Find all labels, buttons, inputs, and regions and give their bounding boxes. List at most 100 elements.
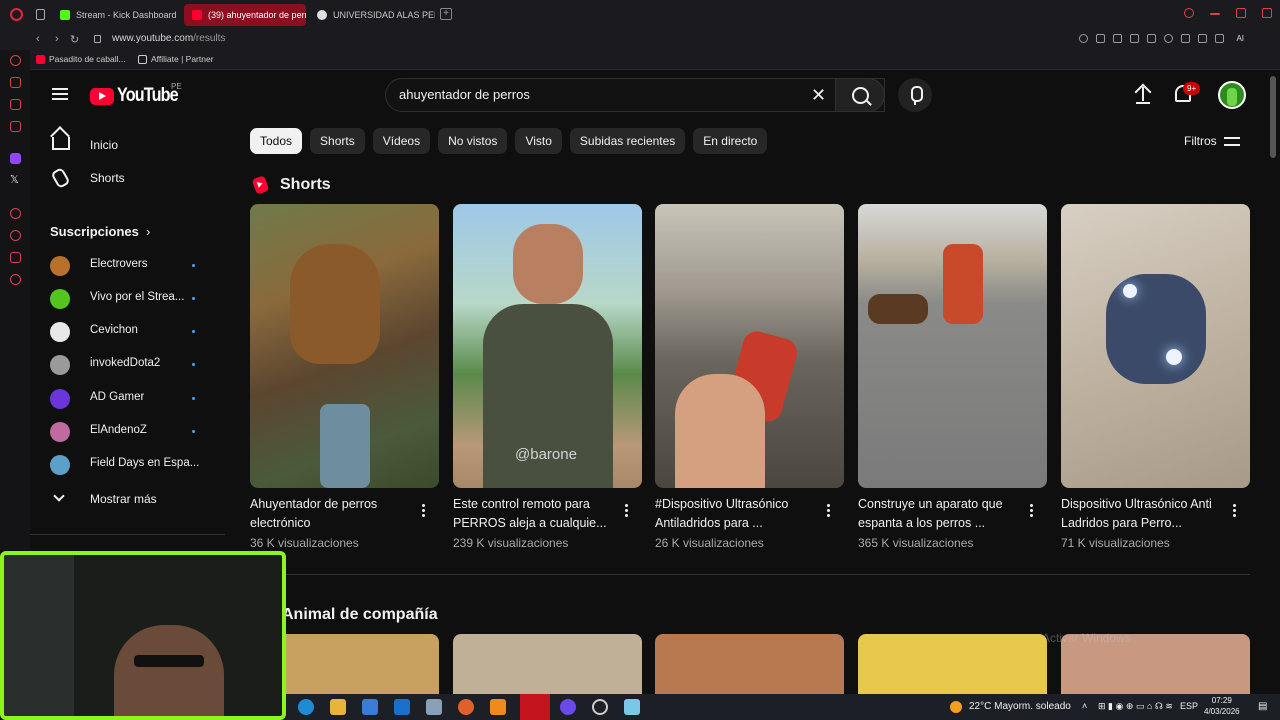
reload-icon[interactable]: ↻ [70,33,79,46]
menu-icon[interactable] [52,88,68,100]
subscription-channel[interactable]: Cevichon [30,315,235,348]
tab-universidad[interactable]: UNIVERSIDAD ALAS PERÚ [309,4,435,26]
subscription-channel[interactable]: ElAndenoZ [30,415,235,448]
weather-text[interactable]: 22°C Mayorm. soleado [969,701,1071,712]
pin-icon[interactable] [1096,34,1105,43]
minimize-button[interactable] [1210,13,1220,15]
chip-no-vistos[interactable]: No vistos [438,128,508,154]
chip-shorts[interactable]: Shorts [310,128,365,154]
chip-en-directo[interactable]: En directo [693,128,768,154]
short-card[interactable]: @barone Este control remoto para PERROS … [453,204,642,554]
zoom-icon[interactable] [1079,34,1088,43]
short-title[interactable]: Dispositivo Ultrasónico Anti Ladridos pa… [1061,495,1226,533]
player-icon[interactable] [1147,34,1156,43]
more-actions-icon[interactable] [1233,504,1236,518]
subscriptions-heading[interactable]: Suscripciones [50,224,139,239]
obs-icon[interactable] [592,699,608,715]
show-more-button[interactable]: Mostrar más [30,482,235,515]
search-tabs-icon[interactable] [1184,8,1194,18]
close-button[interactable] [1262,8,1272,18]
workspaces-icon[interactable] [10,252,21,263]
short-thumbnail[interactable] [1061,204,1250,488]
search-button[interactable] [835,78,885,112]
outlook-icon[interactable] [394,699,410,715]
filters-sliders-icon[interactable] [1224,135,1240,147]
short-card[interactable]: #Dispositivo Ultrasónico Antiladridos pa… [655,204,844,554]
aria-ai-button[interactable]: AI [1236,34,1244,43]
video-thumbnail[interactable] [453,634,642,694]
instagram-icon[interactable] [10,121,21,132]
short-title[interactable]: Este control remoto para PERROS aleja a … [453,495,618,533]
opera-taskbar-icon[interactable] [520,694,550,720]
subscription-channel[interactable]: Field Days en Espa... [30,448,235,481]
chip-todos[interactable]: Todos [250,128,303,154]
filters-button[interactable]: Filtros [1184,134,1217,148]
more-actions-icon[interactable] [625,504,628,518]
bookmark-item[interactable]: Affiliate | Partner [138,54,214,64]
short-thumbnail[interactable] [250,204,439,488]
clear-search-icon[interactable]: ✕ [811,84,826,106]
forward-icon[interactable]: › [55,33,59,45]
tray-icons[interactable]: ⊞ ▮ ◉ ⊕ ▭ ⌂ ☊ ≋ [1098,701,1173,712]
tab-kick-dashboard[interactable]: Stream - Kick Dashboard [52,4,180,26]
sidebar-item-shorts[interactable]: Shorts [30,161,235,194]
short-title[interactable]: Ahuyentador de perros electrónico [250,495,415,533]
more-actions-icon[interactable] [422,504,425,518]
chevron-right-icon[interactable]: › [146,224,150,239]
url-field[interactable]: www.youtube.com/results [112,33,225,44]
chip-subidas-recientes[interactable]: Subidas recientes [569,128,686,154]
app-icon[interactable] [624,699,640,715]
store-icon[interactable] [362,699,378,715]
subscription-channel[interactable]: Electrovers [30,249,235,282]
edge-icon[interactable] [298,699,314,715]
new-tab-button[interactable]: + [440,8,452,20]
subscription-channel[interactable]: Vivo por el Strea... [30,282,235,315]
page-scrollbar[interactable] [1270,76,1276,158]
vpn-icon[interactable] [1130,34,1139,43]
search-input[interactable]: ahuyentador de perros [399,87,530,102]
discord-icon[interactable] [560,699,576,715]
short-card[interactable]: Construye un aparato que espanta a los p… [858,204,1047,554]
vlc-icon[interactable] [490,699,506,715]
short-thumbnail[interactable] [858,204,1047,488]
extensions-icon[interactable] [1181,34,1190,43]
aria-icon[interactable] [10,55,21,66]
history-icon[interactable] [10,230,21,241]
messenger-icon[interactable] [10,99,21,110]
taskbar-clock[interactable]: 07:29 4/03/2026 [1204,695,1240,717]
crypto-wallet-icon[interactable] [10,77,21,88]
subscription-channel[interactable]: AD Gamer [30,382,235,415]
app-icon[interactable] [426,699,442,715]
video-thumbnail[interactable] [858,634,1047,694]
bookmark-item[interactable]: Pasadito de caball... [36,54,126,64]
settings-icon[interactable] [10,274,21,285]
short-title[interactable]: #Dispositivo Ultrasónico Antiladridos pa… [655,495,820,533]
short-card[interactable]: Ahuyentador de perros electrónico 36 K v… [250,204,439,554]
tray-chevron-icon[interactable]: ˄ [1082,701,1087,711]
heart-icon[interactable] [1164,34,1173,43]
more-actions-icon[interactable] [827,504,830,518]
short-thumbnail[interactable] [655,204,844,488]
firefox-icon[interactable] [458,699,474,715]
notification-center-icon[interactable]: ▤ [1258,701,1267,712]
language-indicator[interactable]: ESP [1180,701,1198,711]
subscription-channel[interactable]: invokedDota2 [30,348,235,381]
sidebar-item-home[interactable]: Inicio [30,128,235,161]
player-sidebar-icon[interactable] [10,208,21,219]
chip-visto[interactable]: Visto [515,128,562,154]
twitch-icon[interactable] [10,153,21,164]
chip-videos[interactable]: Vídeos [372,128,431,154]
maximize-button[interactable] [1236,8,1246,18]
video-thumbnail[interactable] [655,634,844,694]
file-explorer-icon[interactable] [330,699,346,715]
search-field[interactable]: ahuyentador de perros ✕ [385,78,885,112]
account-avatar[interactable] [1218,81,1246,109]
opera-logo-icon[interactable] [10,8,23,21]
snapshot-icon[interactable] [1113,34,1122,43]
short-title[interactable]: Construye un aparato que espanta a los p… [858,495,1023,533]
short-thumbnail[interactable]: @barone [453,204,642,488]
download-icon[interactable] [1215,34,1224,43]
tab-youtube-search[interactable]: (39) ahuyentador de perro [184,4,306,26]
back-icon[interactable]: ‹ [36,33,40,45]
voice-search-button[interactable] [898,78,932,112]
